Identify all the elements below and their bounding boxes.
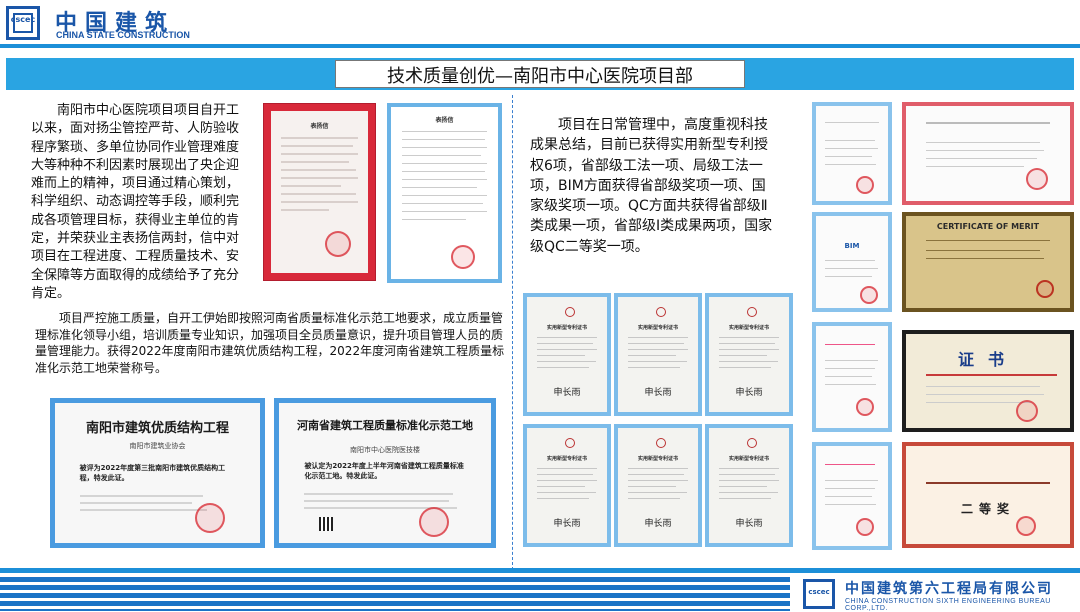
patent-title: 实用新型专利证书: [728, 456, 769, 462]
letter-seal-stamp: [451, 245, 475, 269]
cert-henan-title: 河南省建筑工程质量标准化示范工地: [297, 419, 473, 432]
patent-certificate: 实用新型专利证书 申长雨: [523, 293, 611, 416]
construction-method-certificate-1: [812, 102, 892, 205]
honor-title: 证书: [957, 350, 1018, 369]
cert-henan-qr-code: [319, 517, 333, 531]
cert-henan-subtitle: 南阳市中心医院医技楼: [350, 446, 420, 454]
praise-letter-red-title: 表扬信: [310, 123, 329, 130]
header-logo-text: cscec: [10, 15, 36, 24]
certificate-henan-standard-site: 河南省建筑工程质量标准化示范工地 南阳市中心医院医技楼 被认定为2022年度上半…: [274, 398, 496, 548]
cert-henan-seal: [419, 507, 449, 537]
footer-logo-text: cscec: [808, 588, 830, 596]
qc-achievement-certificate-2: [812, 442, 892, 550]
page-title: 技术质量创优—南阳市中心医院项目部: [387, 66, 693, 87]
patent-signature: 申长雨: [735, 388, 763, 398]
cert-nanyang-subtitle: 南阳市建筑业协会: [129, 442, 186, 450]
praise-letter-red: 表扬信: [263, 103, 376, 281]
patent-title: 实用新型专利证书: [546, 456, 587, 462]
patent-title: 实用新型专利证书: [637, 325, 678, 331]
second-prize-title: 二等奖: [960, 502, 1015, 516]
patent-certificate: 实用新型专利证书 申长雨: [705, 424, 793, 547]
patent-title: 实用新型专利证书: [728, 325, 769, 331]
certificate-of-merit: CERTIFICATE OF MERIT: [902, 212, 1074, 312]
cert-nanyang-body: 被评为2022年度第三批南阳市建筑优质结构工程，特发此证。: [79, 464, 226, 482]
paragraph-praise-letters: 南阳市中心医院项目项目自开工以来，面对扬尘管控严苛、人防验收程序繁琐、多单位协同…: [31, 103, 240, 301]
cert-nanyang-seal: [195, 503, 225, 533]
footer-company-english: CHINA CONSTRUCTION SIXTH ENGINEERING BUR…: [845, 598, 1051, 612]
patent-signature: 申长雨: [644, 519, 672, 529]
paragraph-quality-control: 项目严控施工质量，自开工伊始即按照河南省质量标准化示范工地要求，成立质量管理标准…: [35, 311, 505, 375]
cert-nanyang-title: 南阳市建筑优质结构工程: [85, 421, 229, 436]
qc-second-prize-certificate: 二等奖: [902, 442, 1074, 548]
patent-signature: 申长雨: [735, 519, 763, 529]
patent-title: 实用新型专利证书: [637, 456, 678, 462]
header-company-english: CHINA STATE CONSTRUCTION: [56, 30, 190, 40]
column-divider: [512, 95, 513, 570]
certificate-nanyang-quality-structure: 南阳市建筑优质结构工程 南阳市建筑业协会 被评为2022年度第三批南阳市建筑优质…: [50, 398, 265, 548]
patent-signature: 申长雨: [644, 388, 672, 398]
construction-method-certificate-2: [902, 102, 1074, 205]
bim-award-certificate: BIM: [812, 212, 892, 312]
praise-letter-white: 表扬信: [387, 103, 502, 283]
patent-signature: 申长雨: [553, 519, 581, 529]
qc-achievement-certificate-1: [812, 322, 892, 432]
red-seal-stamp: [325, 231, 351, 257]
praise-letter-white-title: 表扬信: [435, 117, 454, 124]
patent-certificate: 实用新型专利证书 申长雨: [614, 293, 702, 416]
cert-henan-body: 被认定为2022年度上半年河南省建筑工程质量标准化示范工地。特发此证。: [304, 462, 464, 480]
patent-certificate: 实用新型专利证书 申长雨: [614, 424, 702, 547]
merit-title: CERTIFICATE OF MERIT: [936, 222, 1040, 231]
patent-title: 实用新型专利证书: [546, 325, 587, 331]
footer-stripe: [0, 568, 1080, 573]
patent-certificate: 实用新型专利证书 申长雨: [705, 293, 793, 416]
patent-certificate: 实用新型专利证书 申长雨: [523, 424, 611, 547]
footer-company-name: 中国建筑第六工程局有限公司: [845, 581, 1053, 597]
honor-certificate: 证书: [902, 330, 1074, 432]
footer-band: [0, 577, 790, 611]
paragraph-tech-achievements: 项目在日常管理中，高度重视科技成果总结，目前已获得实用新型专利授权6项，省部级工…: [530, 117, 773, 255]
header-stripe: [0, 44, 1080, 48]
patent-signature: 申长雨: [553, 388, 581, 398]
